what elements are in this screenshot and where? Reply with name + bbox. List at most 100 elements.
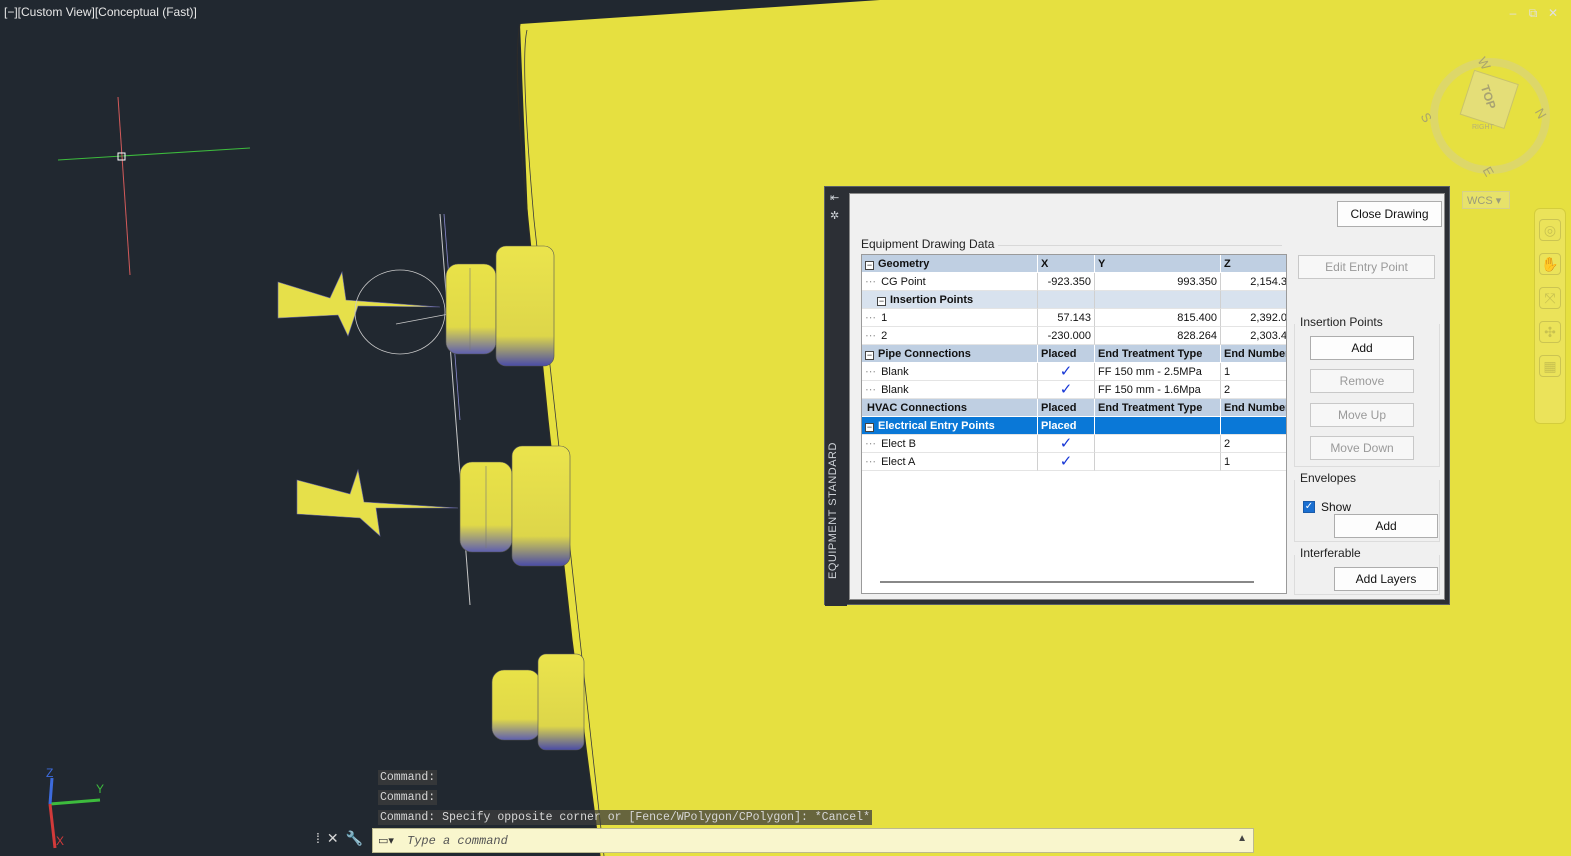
grid-cell-placed[interactable]: ✓ bbox=[1038, 435, 1095, 453]
grid-cell-z[interactable] bbox=[1221, 291, 1286, 309]
grid-cell-name[interactable]: ⋯ 2 bbox=[862, 327, 1038, 345]
grid-cell-x[interactable]: X bbox=[1038, 255, 1095, 273]
remove-button[interactable]: Remove bbox=[1310, 369, 1414, 393]
grid-cell-x[interactable]: Placed bbox=[1038, 345, 1095, 363]
viewport-controls-label[interactable]: [−][Custom View][Conceptual (Fast)] bbox=[4, 5, 197, 19]
horizontal-scrollbar[interactable] bbox=[880, 581, 1254, 583]
close-icon[interactable]: ✕ bbox=[1545, 6, 1561, 21]
add-layers-button[interactable]: Add Layers bbox=[1334, 567, 1438, 591]
grip-icon[interactable]: ⁞ bbox=[316, 830, 320, 847]
grid-cell-y[interactable]: FF 150 mm - 2.5MPa bbox=[1095, 363, 1221, 381]
grid-group-row[interactable]: − Geometry X Y Z bbox=[862, 255, 1286, 273]
grid-group-row[interactable]: − Pipe Connections Placed End Treatment Typ… bbox=[862, 345, 1286, 363]
grid-cell-name[interactable]: − Insertion Points bbox=[862, 291, 1038, 309]
model-viewport[interactable]: [−][Custom View][Conceptual (Fast)] ‒ ⧉ … bbox=[0, 0, 1571, 856]
grid-cell-z[interactable]: Z bbox=[1221, 255, 1286, 273]
grid-cell-x[interactable]: -923.350 bbox=[1038, 273, 1095, 291]
close-drawing-button[interactable]: Close Drawing bbox=[1337, 201, 1442, 227]
grid-cell-name[interactable]: HVAC Connections bbox=[862, 399, 1038, 417]
grid-cell-z[interactable]: 2 bbox=[1221, 381, 1286, 399]
grid-cell-y[interactable] bbox=[1095, 417, 1221, 435]
grid-cell-y[interactable]: End Treatment Type bbox=[1095, 399, 1221, 417]
grid-cell-z[interactable]: End Number bbox=[1221, 399, 1286, 417]
wcs-menu[interactable]: WCS ▾ bbox=[1462, 191, 1510, 209]
grid-cell-name[interactable]: − Electrical Entry Points bbox=[862, 417, 1038, 435]
collapse-toggle-icon[interactable]: − bbox=[877, 297, 886, 306]
grid-cell-z[interactable]: 2,392.0 bbox=[1221, 309, 1286, 327]
grid-cell-y[interactable]: FF 150 mm - 1.6Mpa bbox=[1095, 381, 1221, 399]
grid-row[interactable]: ⋯ 1 57.143 815.400 2,392.0 bbox=[862, 309, 1286, 327]
grid-cell-z[interactable]: 2,154.3 bbox=[1221, 273, 1286, 291]
grid-cell-z[interactable]: 2 bbox=[1221, 435, 1286, 453]
orbit-icon[interactable]: ✣ bbox=[1539, 321, 1561, 343]
checkbox-checked-icon[interactable]: ✓ bbox=[1303, 501, 1315, 513]
grid-cell-y[interactable]: Y bbox=[1095, 255, 1221, 273]
command-input[interactable] bbox=[407, 832, 1207, 850]
grid-cell-y[interactable] bbox=[1095, 453, 1221, 471]
grid-cell-name[interactable]: ⋯ CG Point bbox=[862, 273, 1038, 291]
grid-cell-name[interactable]: ⋯ Blank bbox=[862, 381, 1038, 399]
grid-cell-name[interactable]: − Geometry bbox=[862, 255, 1038, 273]
grid-group-row[interactable]: − Insertion Points bbox=[862, 291, 1286, 309]
pan-icon[interactable]: ✋ bbox=[1539, 253, 1561, 275]
grid-cell-name[interactable]: ⋯ Elect B bbox=[862, 435, 1038, 453]
move-down-button[interactable]: Move Down bbox=[1310, 436, 1414, 460]
grid-cell-x[interactable]: Placed bbox=[1038, 417, 1095, 435]
grid-cell-z[interactable] bbox=[1221, 417, 1286, 435]
grid-cell-placed[interactable]: ✓ bbox=[1038, 363, 1095, 381]
grid-cell-z[interactable]: 2,303.4 bbox=[1221, 327, 1286, 345]
grid-cell-name[interactable]: − Pipe Connections bbox=[862, 345, 1038, 363]
grid-cell-name[interactable]: ⋯ Blank bbox=[862, 363, 1038, 381]
command-prompt-icon[interactable]: ▭▾ bbox=[375, 832, 397, 850]
grid-cell-y[interactable] bbox=[1095, 435, 1221, 453]
grid-row[interactable]: ⋯ Blank ✓ FF 150 mm - 2.5MPa 1 bbox=[862, 363, 1286, 381]
steering-wheel-icon[interactable]: ◎ bbox=[1539, 219, 1561, 241]
grid-cell-name[interactable]: ⋯ Elect A bbox=[862, 453, 1038, 471]
properties-icon[interactable]: ✲ bbox=[830, 209, 839, 222]
grid-cell-text: Elect A bbox=[881, 456, 916, 468]
grid-cell-z[interactable]: End Number bbox=[1221, 345, 1286, 363]
edit-entry-point-button[interactable]: Edit Entry Point bbox=[1298, 255, 1435, 279]
wrench-icon[interactable]: 🔧 bbox=[346, 830, 363, 847]
restore-icon[interactable]: ⧉ bbox=[1525, 6, 1541, 21]
viewcube-right-face[interactable]: RIGHT bbox=[1472, 124, 1494, 131]
zoom-extents-icon[interactable]: ⤧ bbox=[1539, 287, 1561, 309]
collapse-toggle-icon[interactable]: − bbox=[865, 351, 874, 360]
grid-cell-y[interactable]: 828.264 bbox=[1095, 327, 1221, 345]
add-envelope-button[interactable]: Add bbox=[1334, 514, 1438, 538]
ucs-z-label: Z bbox=[46, 766, 54, 780]
showmotion-icon[interactable]: ▦ bbox=[1539, 355, 1561, 377]
collapse-toggle-icon[interactable]: − bbox=[865, 261, 874, 270]
close-icon[interactable]: ✕ bbox=[327, 830, 339, 847]
drawing-data-grid[interactable]: − Geometry X Y Z ⋯ CG Point -923.350 993.350 2,… bbox=[861, 254, 1287, 594]
grid-cell-z[interactable]: 1 bbox=[1221, 363, 1286, 381]
grid-row[interactable]: ⋯ Elect A ✓ 1 bbox=[862, 453, 1286, 471]
grid-group-row[interactable]: − Electrical Entry Points Placed bbox=[862, 417, 1286, 435]
grid-cell-placed[interactable]: ✓ bbox=[1038, 453, 1095, 471]
minimize-icon[interactable]: ‒ bbox=[1505, 6, 1521, 21]
grid-cell-x[interactable]: 57.143 bbox=[1038, 309, 1095, 327]
grid-cell-y[interactable] bbox=[1095, 291, 1221, 309]
grid-cell-name[interactable]: ⋯ 1 bbox=[862, 309, 1038, 327]
grid-cell-y[interactable]: 815.400 bbox=[1095, 309, 1221, 327]
grid-cell-y[interactable]: 993.350 bbox=[1095, 273, 1221, 291]
grid-row[interactable]: ⋯ Elect B ✓ 2 bbox=[862, 435, 1286, 453]
show-envelopes-checkbox[interactable]: ✓ Show bbox=[1303, 500, 1351, 514]
grid-row[interactable]: ⋯ 2 -230.000 828.264 2,303.4 bbox=[862, 327, 1286, 345]
grid-cell-placed[interactable]: ✓ bbox=[1038, 381, 1095, 399]
chevron-up-icon[interactable]: ▲ bbox=[1237, 833, 1247, 844]
grid-cell-z[interactable]: 1 bbox=[1221, 453, 1286, 471]
viewcube[interactable]: TOP RIGHT W N S E bbox=[1418, 54, 1558, 189]
grid-cell-x[interactable]: -230.000 bbox=[1038, 327, 1095, 345]
grid-group-row[interactable]: HVAC Connections Placed End Treatment Type… bbox=[862, 399, 1286, 417]
grid-cell-x[interactable] bbox=[1038, 291, 1095, 309]
command-line-controls: ⁞ ✕ 🔧 bbox=[316, 830, 363, 847]
grid-row[interactable]: ⋯ Blank ✓ FF 150 mm - 1.6Mpa 2 bbox=[862, 381, 1286, 399]
grid-cell-x[interactable]: Placed bbox=[1038, 399, 1095, 417]
add-insertion-point-button[interactable]: Add bbox=[1310, 336, 1414, 360]
grid-cell-y[interactable]: End Treatment Type bbox=[1095, 345, 1221, 363]
auto-hide-icon[interactable]: ⇤ bbox=[830, 191, 839, 204]
collapse-toggle-icon[interactable]: − bbox=[865, 423, 874, 432]
grid-row[interactable]: ⋯ CG Point -923.350 993.350 2,154.3 bbox=[862, 273, 1286, 291]
move-up-button[interactable]: Move Up bbox=[1310, 403, 1414, 427]
